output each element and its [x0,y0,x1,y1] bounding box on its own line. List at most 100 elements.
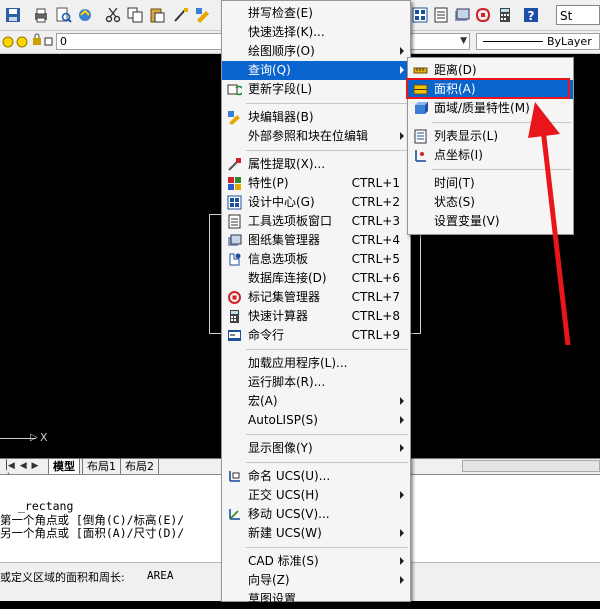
menu-item-label: 正交 UCS(H) [248,488,319,502]
menu-item-tools-0[interactable]: 拼写检查(E) [222,4,410,23]
menu-item-update-field[interactable]: 更新字段(L) [222,80,410,99]
menu-item-label: 列表显示(L) [434,129,499,143]
menu-item-block-editor[interactable]: 块编辑器(B) [222,108,410,127]
menu-item-sheet-set[interactable]: 图纸集管理器 CTRL+4 [222,231,410,250]
print-icon[interactable] [32,6,50,24]
tab-nav-arrows[interactable]: ▕◀ ◀ ▶ ▶▏ [0,460,44,484]
cut-icon[interactable] [104,6,122,24]
menu-item-label: 时间(T) [434,176,475,190]
chevron-right-icon [400,491,404,499]
menu-item-tools-20[interactable]: 加载应用程序(L)... [222,354,410,373]
menu-item-tools-22[interactable]: 宏(A) [222,392,410,411]
x-arrow-icon: ▷ [30,432,38,443]
menu-separator [246,349,408,350]
menu-item-label: 查询(Q) [248,63,291,77]
id-point-icon [413,148,428,163]
menu-item-info-palette[interactable]: 信息选项板 CTRL+5 [222,250,410,269]
menu-item-label: 外部参照和块在位编辑 [248,129,369,143]
menu-item-label: 面域/质量特性(M) [434,101,530,115]
tab-model[interactable]: 模型 [48,459,80,475]
menu-item-label: 快速计算器 [248,309,309,323]
menu-item-label: 快速选择(K)... [248,25,325,39]
linetype-sample [483,41,543,42]
menu-item-properties[interactable]: 特性(P) CTRL+1 [222,174,410,193]
menu-item-calculator[interactable]: 快速计算器 CTRL+8 [222,307,410,326]
menu-item-tools-25[interactable]: 显示图像(Y) [222,439,410,458]
calculator-icon[interactable] [496,6,514,24]
svg-text:?: ? [528,9,535,23]
menu-item-shortcut: CTRL+3 [351,214,400,228]
linetype-dropdown[interactable]: ByLayer [476,33,600,50]
print-preview-icon[interactable] [54,6,72,24]
menu-item-tools-30[interactable]: 新建 UCS(W) [222,524,410,543]
tab-layout1[interactable]: 布局1 [82,459,121,475]
chevron-right-icon [400,132,404,140]
attribute-extract-icon [227,157,242,172]
menu-item-named-ucs[interactable]: 命名 UCS(U)... [222,467,410,486]
tool-palettes-icon[interactable] [432,6,450,24]
match-properties-icon[interactable] [172,6,190,24]
copy-icon[interactable] [126,6,144,24]
properties-icon [227,176,242,191]
menu-separator [246,103,408,104]
current-layer-name: 0 [60,35,67,48]
menu-item-tools-21[interactable]: 运行脚本(R)... [222,373,410,392]
menu-item-label: 命名 UCS(U)... [248,469,331,483]
menu-item-label: 宏(A) [248,394,278,408]
menu-item-label: 运行脚本(R)... [248,375,326,389]
menu-item-label: 设置变量(V) [434,214,500,228]
info-palette-icon [227,252,242,267]
tab-layout2[interactable]: 布局2 [120,459,159,475]
menu-item-markup[interactable]: 标记集管理器 CTRL+7 [222,288,410,307]
menu-item-tools-32[interactable]: CAD 标准(S) [222,552,410,571]
menu-item-tools-23[interactable]: AutoLISP(S) [222,411,410,430]
menu-item-tools-28[interactable]: 正交 UCS(H) [222,486,410,505]
menu-item-label: 向导(Z) [248,573,290,587]
block-editor-icon[interactable] [194,6,212,24]
chevron-down-icon: ▼ [460,36,467,46]
block-editor-icon [227,110,242,125]
menu-item-tools-1[interactable]: 快速选择(K)... [222,23,410,42]
horizontal-scrollbar[interactable] [462,460,600,472]
chevron-right-icon [400,557,404,565]
menu-item-attribute-extract[interactable]: 属性提取(X)... [222,155,410,174]
menu-item-label: 设计中心(G) [248,195,315,209]
menu-item-shortcut: CTRL+4 [351,233,400,247]
help-icon[interactable]: ? [522,6,540,24]
menu-item-shortcut: CTRL+1 [351,176,400,190]
text-style-label: St [560,9,573,23]
menu-item-shortcut: CTRL+5 [351,252,400,266]
menu-item-shortcut: CTRL+7 [351,290,400,304]
menu-item-command-line[interactable]: 命令行 CTRL+9 [222,326,410,345]
markup-icon[interactable] [474,6,492,24]
command-line-icon [227,328,242,343]
publish-icon[interactable] [76,6,94,24]
menu-item-design-center[interactable]: 设计中心(G) CTRL+2 [222,193,410,212]
region-mass-icon [413,101,428,116]
menu-item-move-ucs[interactable]: 移动 UCS(V)... [222,505,410,524]
menu-item-label: 更新字段(L) [248,82,313,96]
status-command: AREA [147,569,174,582]
menu-separator [246,150,408,151]
paste-icon[interactable] [148,6,166,24]
menu-item-label: 点坐标(I) [434,148,483,162]
design-center-icon[interactable] [411,6,429,24]
menu-item-tools-3[interactable]: 查询(Q) [222,61,410,80]
menu-item-shortcut: CTRL+6 [351,271,400,285]
design-center-icon [227,195,242,210]
linetype-label: ByLayer [547,35,592,48]
menu-item-shortcut: CTRL+2 [351,195,400,209]
menu-item-tool-palettes[interactable]: 工具选项板窗口 CTRL+3 [222,212,410,231]
menu-item-tools-7[interactable]: 外部参照和块在位编辑 [222,127,410,146]
menu-item-tools-33[interactable]: 向导(Z) [222,571,410,590]
text-style-control[interactable]: St [556,5,600,25]
menu-item-tools-2[interactable]: 绘图顺序(O) [222,42,410,61]
save-icon[interactable] [4,6,22,24]
sheet-set-icon[interactable] [453,6,471,24]
tools-menu: 拼写检查(E) 快速选择(K)... 绘图顺序(O) 查询(Q) 更新字段(L) 块编辑器… [221,0,411,606]
menu-item-label: 显示图像(Y) [248,441,313,455]
menu-item-label: CAD 标准(S) [248,554,319,568]
menu-item-tools-15[interactable]: 数据库连接(D) CTRL+6 [222,269,410,288]
menu-item-shortcut: CTRL+8 [351,309,400,323]
menu-item-label: AutoLISP(S) [248,413,318,427]
